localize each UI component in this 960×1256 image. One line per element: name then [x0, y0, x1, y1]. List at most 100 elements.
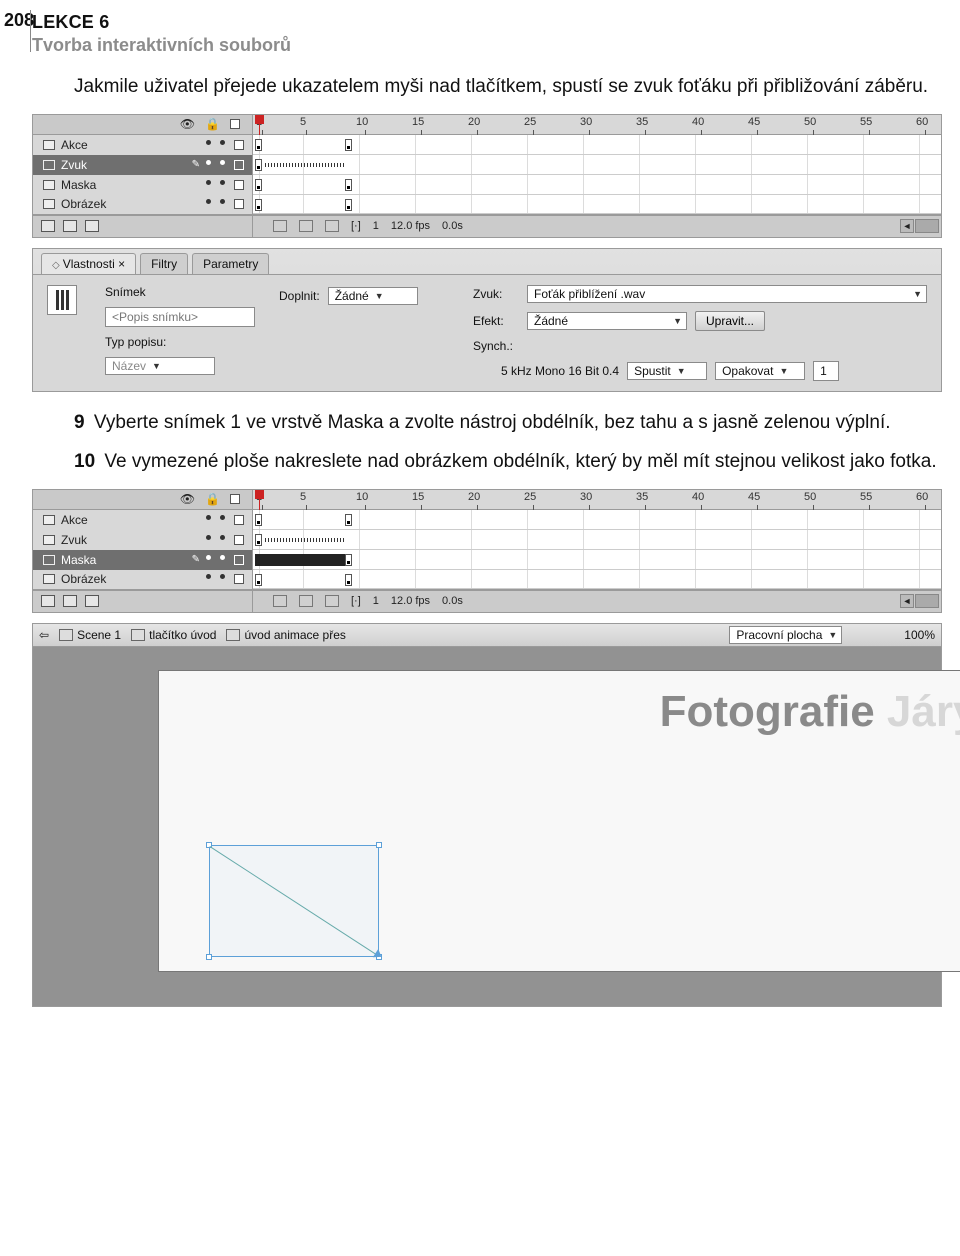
layer-left[interactable]: Obrázek [33, 570, 253, 589]
edit-scene-icon[interactable] [852, 628, 868, 642]
layer-left[interactable]: Obrázek [33, 195, 253, 214]
tween-combo[interactable]: Žádné▼ [328, 287, 418, 305]
onion-skin-icon[interactable] [273, 220, 287, 232]
layer-left[interactable]: Maska [33, 175, 253, 195]
back-arrow[interactable]: ⇦ [39, 628, 49, 642]
crumb-label[interactable]: úvod animace přes [244, 628, 345, 642]
keyframe[interactable] [345, 179, 352, 191]
keyframe[interactable] [345, 514, 352, 526]
frames-area[interactable] [253, 530, 941, 550]
outline-toggle[interactable] [234, 535, 244, 545]
visibility-dot[interactable] [206, 515, 211, 520]
outline-toggle[interactable] [234, 160, 244, 170]
onion-skin-outline-icon[interactable] [299, 220, 313, 232]
outline-toggle[interactable] [234, 574, 244, 584]
playhead[interactable] [259, 115, 260, 135]
delete-layer-icon[interactable] [85, 220, 99, 232]
scroll-left-icon[interactable]: ◄ [900, 219, 914, 233]
lock-dot[interactable] [220, 574, 225, 579]
layer-row[interactable]: Akce [33, 510, 941, 530]
keyframe[interactable] [345, 199, 352, 211]
repeat-count-input[interactable]: 1 [813, 361, 839, 381]
frame-name-input[interactable]: <Popis snímku> [105, 307, 255, 327]
frames-area[interactable] [253, 135, 941, 155]
frames-area[interactable] [253, 550, 941, 570]
crumb-label[interactable]: Scene 1 [77, 628, 121, 642]
lock-dot[interactable] [220, 555, 225, 560]
keyframe[interactable] [255, 199, 262, 211]
visibility-dot[interactable] [206, 160, 211, 165]
edit-symbol-icon[interactable] [878, 628, 894, 642]
timeline-ruler[interactable]: 151015202530354045505560 [253, 490, 941, 510]
visibility-dot[interactable] [206, 574, 211, 579]
scroll-thumb[interactable] [915, 219, 939, 233]
keyframe[interactable] [255, 534, 262, 546]
edit-multiple-frames-icon[interactable] [325, 220, 339, 232]
onion-skin-icon[interactable] [273, 595, 287, 607]
scroll-left-icon[interactable]: ◄ [900, 594, 914, 608]
frames-area[interactable] [253, 175, 941, 195]
visibility-dot[interactable] [206, 140, 211, 145]
delete-layer-icon[interactable] [85, 595, 99, 607]
eye-icon[interactable]: 👁 [180, 492, 195, 506]
new-folder-icon[interactable] [63, 220, 77, 232]
keyframe[interactable] [255, 159, 262, 171]
eye-icon[interactable]: 👁 [180, 117, 195, 131]
layer-row[interactable]: Akce [33, 135, 941, 155]
layer-row[interactable]: Obrázek [33, 570, 941, 590]
outline-toggle[interactable] [234, 180, 244, 190]
lock-icon[interactable]: 🔒 [205, 117, 220, 131]
playhead[interactable] [259, 490, 260, 510]
layer-row[interactable]: Zvuk✎ [33, 155, 941, 175]
visibility-dot[interactable] [206, 199, 211, 204]
timeline-ruler[interactable]: 151015202530354045505560 [253, 115, 941, 135]
outline-toggle[interactable] [234, 515, 244, 525]
lock-dot[interactable] [220, 535, 225, 540]
label-type-combo[interactable]: Název▼ [105, 357, 215, 375]
layer-left[interactable]: Zvuk [33, 530, 253, 550]
workspace-combo[interactable]: Pracovní plocha▼ [729, 626, 842, 644]
frames-area[interactable] [253, 155, 941, 175]
zoom-display[interactable]: 100% [904, 628, 935, 642]
layer-row[interactable]: Maska✎ [33, 550, 941, 570]
new-layer-icon[interactable] [41, 220, 55, 232]
visibility-dot[interactable] [206, 180, 211, 185]
scroll-thumb[interactable] [915, 594, 939, 608]
frames-area[interactable] [253, 195, 941, 214]
keyframe[interactable] [255, 179, 262, 191]
lock-icon[interactable]: 🔒 [205, 492, 220, 506]
new-folder-icon[interactable] [63, 595, 77, 607]
outline-icon[interactable] [230, 494, 240, 504]
layer-left[interactable]: Zvuk✎ [33, 155, 253, 175]
selection-rectangle[interactable] [209, 845, 379, 957]
lock-dot[interactable] [220, 515, 225, 520]
frames-area[interactable] [253, 570, 941, 589]
effect-combo[interactable]: Žádné▼ [527, 312, 687, 330]
keyframe[interactable] [345, 574, 352, 586]
lock-dot[interactable] [220, 199, 225, 204]
stage-area[interactable]: Fotografie Járy S [32, 647, 942, 1007]
visibility-dot[interactable] [206, 535, 211, 540]
layer-row[interactable]: Maska [33, 175, 941, 195]
sound-combo[interactable]: Foťák přiblížení .wav▼ [527, 285, 927, 303]
sync-loop-combo[interactable]: Opakovat▼ [715, 362, 805, 380]
timeline-scrollbar[interactable]: ◄ [900, 219, 939, 233]
layer-left[interactable]: Akce [33, 510, 253, 530]
lock-dot[interactable] [220, 180, 225, 185]
outline-icon[interactable] [230, 119, 240, 129]
outline-toggle[interactable] [234, 555, 244, 565]
frame-span[interactable] [255, 554, 345, 566]
tab-parametry[interactable]: Parametry [192, 253, 269, 274]
lock-dot[interactable] [220, 140, 225, 145]
edit-multiple-frames-icon[interactable] [325, 595, 339, 607]
frames-area[interactable] [253, 510, 941, 530]
new-layer-icon[interactable] [41, 595, 55, 607]
lock-dot[interactable] [220, 160, 225, 165]
tab-vlastnosti[interactable]: ◇Vlastnosti × [41, 253, 136, 274]
keyframe[interactable] [255, 139, 262, 151]
onion-skin-outline-icon[interactable] [299, 595, 313, 607]
keyframe[interactable] [345, 554, 352, 566]
crumb-label[interactable]: tlačítko úvod [149, 628, 216, 642]
keyframe[interactable] [255, 574, 262, 586]
layer-left[interactable]: Maska✎ [33, 550, 253, 570]
